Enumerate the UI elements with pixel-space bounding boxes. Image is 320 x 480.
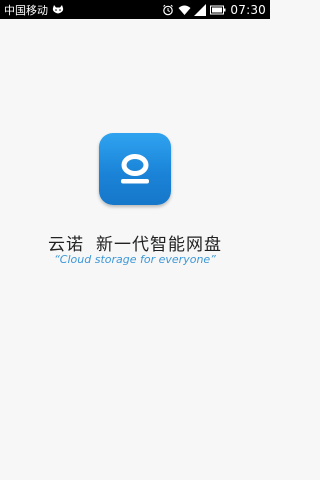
alarm-icon bbox=[162, 4, 174, 16]
signal-icon bbox=[194, 3, 207, 16]
carrier-name: 中国移动 bbox=[4, 3, 48, 17]
wifi-icon bbox=[178, 4, 191, 16]
app-title: 云诺 新一代智能网盘 bbox=[0, 230, 270, 255]
status-bar: 中国移动 07:30 bbox=[0, 0, 270, 19]
status-bar-left: 中国移动 bbox=[4, 2, 64, 18]
app-logo-icon bbox=[99, 133, 171, 205]
battery-icon bbox=[210, 4, 226, 16]
tagline: 新一代智能网盘 bbox=[96, 235, 222, 255]
clock: 07:30 bbox=[230, 2, 266, 17]
brand-name: 云诺 bbox=[48, 235, 84, 255]
slogan: “Cloud storage for everyone” bbox=[54, 253, 216, 266]
cat-icon bbox=[51, 4, 64, 16]
status-bar-right: 07:30 bbox=[162, 3, 266, 17]
